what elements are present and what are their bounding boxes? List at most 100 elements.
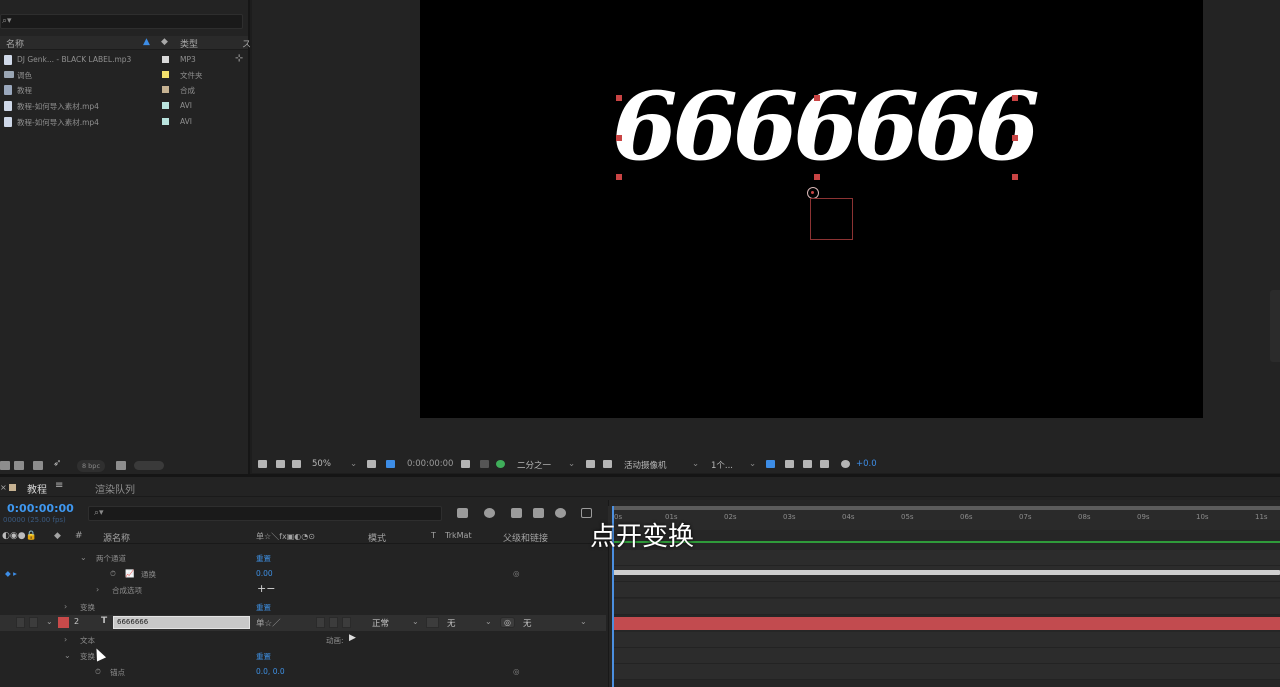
composite-options-row[interactable]: › 合成选项 +− bbox=[0, 582, 606, 598]
column-name[interactable]: 名称 bbox=[6, 37, 24, 50]
transform-handle[interactable] bbox=[814, 174, 820, 180]
work-area-bar[interactable] bbox=[612, 506, 1280, 510]
column-parent[interactable]: 父级和链接 bbox=[503, 531, 548, 544]
label-swatch[interactable] bbox=[162, 86, 169, 93]
chevron-down-icon[interactable]: ⌄ bbox=[692, 459, 699, 469]
chevron-down-icon[interactable]: ⌄ bbox=[412, 617, 419, 626]
trash-icon[interactable] bbox=[116, 461, 126, 470]
fast-previews-icon[interactable] bbox=[766, 460, 775, 468]
snapshot-camera-icon[interactable] bbox=[461, 460, 470, 468]
reset-link[interactable]: 重置 bbox=[256, 553, 271, 564]
keyframe-nav-icon[interactable]: ◆ ▸ bbox=[5, 569, 17, 578]
project-item[interactable]: 教程-如何导入素材.mp4 AVI bbox=[0, 98, 234, 113]
anchor-point-row[interactable]: ⏱ 锚点 0.0, 0.0 ◎ bbox=[0, 664, 606, 680]
effect-property-row[interactable]: ◆ ▸ ⏱ 📈 通换 0.00 ◎ bbox=[0, 566, 606, 582]
project-item[interactable]: 调色 文件夹 bbox=[0, 67, 234, 82]
panel-collapse-tab[interactable] bbox=[1270, 290, 1280, 362]
project-item[interactable]: 教程 合成 bbox=[0, 82, 234, 97]
layer-duration-bar[interactable] bbox=[612, 617, 1280, 630]
camera-dropdown[interactable]: 活动摄像机 bbox=[624, 459, 667, 471]
text-property-row[interactable]: › 文本 动画: ▶ bbox=[0, 632, 606, 648]
resolution-dropdown[interactable]: 二分之一 bbox=[517, 459, 551, 471]
layer-switches[interactable]: 单☆／ bbox=[256, 617, 281, 629]
chevron-down-icon[interactable]: ⌄ bbox=[64, 651, 71, 660]
always-preview-icon[interactable] bbox=[258, 460, 267, 468]
color-channel-icon[interactable] bbox=[496, 460, 505, 468]
transform-handle[interactable] bbox=[814, 95, 820, 101]
reset-link[interactable]: 重置 bbox=[256, 602, 271, 613]
pickwhip-icon[interactable]: ◎ bbox=[513, 569, 520, 578]
chevron-down-icon[interactable]: ⌄ bbox=[485, 617, 492, 626]
motion-blur-icon[interactable] bbox=[555, 508, 566, 518]
comp-flowchart-icon[interactable] bbox=[803, 460, 812, 468]
thumbnail-size-slider[interactable] bbox=[134, 461, 164, 470]
project-item[interactable]: DJ Genk... - BLACK LABEL.mp3 MP3 bbox=[0, 52, 234, 67]
chevron-down-icon[interactable]: ⌄ bbox=[749, 459, 756, 469]
transform-handle[interactable] bbox=[616, 174, 622, 180]
anchor-point-value[interactable]: 0.0, 0.0 bbox=[256, 667, 285, 676]
flowchart-icon[interactable] bbox=[820, 460, 829, 468]
solo-switch[interactable] bbox=[29, 617, 38, 628]
show-snapshot-icon[interactable] bbox=[480, 460, 489, 468]
transform-handle[interactable] bbox=[1012, 135, 1018, 141]
new-folder-icon[interactable] bbox=[14, 461, 24, 470]
project-item[interactable]: 教程-如何导入素材.mp4 AVI bbox=[0, 114, 234, 129]
effect-duration-bar[interactable] bbox=[612, 570, 1280, 575]
interpret-footage-icon[interactable] bbox=[0, 461, 10, 470]
rocket-icon[interactable]: ➶ bbox=[53, 458, 63, 469]
column-trkmat[interactable]: TrkMat bbox=[445, 531, 472, 540]
parent-pickwhip-icon[interactable]: ◎ bbox=[500, 617, 515, 628]
draft-3d-icon[interactable] bbox=[484, 508, 495, 518]
composition-canvas[interactable]: 6666666 bbox=[420, 0, 1203, 418]
reset-link[interactable]: 重置 bbox=[256, 651, 271, 662]
monitor-icon[interactable] bbox=[276, 460, 285, 468]
transform-handle[interactable] bbox=[1012, 174, 1018, 180]
transform-row[interactable]: › 变换 重置 bbox=[0, 599, 606, 615]
effect-property-value[interactable]: 0.00 bbox=[256, 569, 273, 578]
pickwhip-icon[interactable]: ◎ bbox=[513, 667, 520, 676]
exposure-value[interactable]: +0.0 bbox=[856, 459, 877, 469]
av-switches-icon[interactable]: ◐◉●🔒 bbox=[2, 531, 37, 541]
effect-group-row[interactable]: ⌄ 两个通道 重置 bbox=[0, 550, 606, 566]
transform-handle[interactable] bbox=[616, 95, 622, 101]
views-dropdown[interactable]: 1个... bbox=[711, 459, 733, 471]
bit-depth-button[interactable]: 8 bpc bbox=[77, 460, 105, 472]
flowchart-icon[interactable]: ⊹ bbox=[235, 53, 243, 64]
frame-blending-icon[interactable] bbox=[533, 508, 544, 518]
chevron-down-icon[interactable]: ⌄ bbox=[46, 617, 53, 626]
current-time-display[interactable]: 0:00:00:00 bbox=[7, 502, 74, 515]
label-swatch[interactable] bbox=[162, 71, 169, 78]
timeline-toggle-icon[interactable] bbox=[785, 460, 794, 468]
chevron-right-icon[interactable]: › bbox=[96, 585, 99, 594]
viewer-timecode[interactable]: 0:00:00:00 bbox=[407, 459, 453, 469]
chevron-right-icon[interactable]: › bbox=[64, 602, 67, 611]
switch-box[interactable] bbox=[342, 617, 351, 628]
add-remove-mask-buttons[interactable]: +− bbox=[257, 582, 275, 595]
shy-layers-icon[interactable] bbox=[511, 508, 522, 518]
parent-dropdown[interactable]: 无 bbox=[523, 617, 532, 629]
trkmat-dropdown[interactable]: 无 bbox=[447, 617, 456, 629]
layer-row-6666666[interactable]: ⌄ 2 T 6666666 单☆／ 正常 ⌄ 无 ⌄ ◎ 无 ⌄ bbox=[0, 615, 606, 631]
chevron-down-icon[interactable]: ⌄ bbox=[568, 459, 575, 469]
blend-mode-dropdown[interactable]: 正常 bbox=[372, 617, 389, 629]
label-tag-icon[interactable]: ◆ bbox=[161, 37, 168, 47]
chevron-down-icon[interactable]: ⌄ bbox=[580, 617, 587, 626]
tab-menu-icon[interactable]: ≡ bbox=[55, 480, 63, 491]
animate-menu-icon[interactable]: ▶ bbox=[349, 633, 356, 643]
label-swatch[interactable] bbox=[162, 118, 169, 125]
label-tag-icon[interactable]: ◆ bbox=[54, 531, 61, 541]
vr-glasses-icon[interactable] bbox=[292, 460, 301, 468]
stopwatch-icon[interactable]: ⏱ bbox=[110, 569, 116, 579]
layer-label-swatch[interactable] bbox=[58, 617, 69, 628]
region-of-interest-icon[interactable] bbox=[586, 460, 595, 468]
graph-icon[interactable]: 📈 bbox=[125, 569, 134, 578]
label-swatch[interactable] bbox=[162, 56, 169, 63]
label-swatch[interactable] bbox=[162, 102, 169, 109]
project-search-input[interactable]: ⌕▾ bbox=[0, 14, 243, 29]
layer-name-field[interactable]: 6666666 bbox=[113, 616, 250, 629]
transform-handle[interactable] bbox=[616, 135, 622, 141]
transparency-grid-icon[interactable] bbox=[603, 460, 612, 468]
column-switches[interactable]: 单☆＼fx▣◐◔⊙ bbox=[256, 531, 315, 542]
text-layer-6666666[interactable]: 6666666 bbox=[612, 80, 1040, 174]
sort-ascending-icon[interactable]: ▲ bbox=[143, 37, 150, 47]
